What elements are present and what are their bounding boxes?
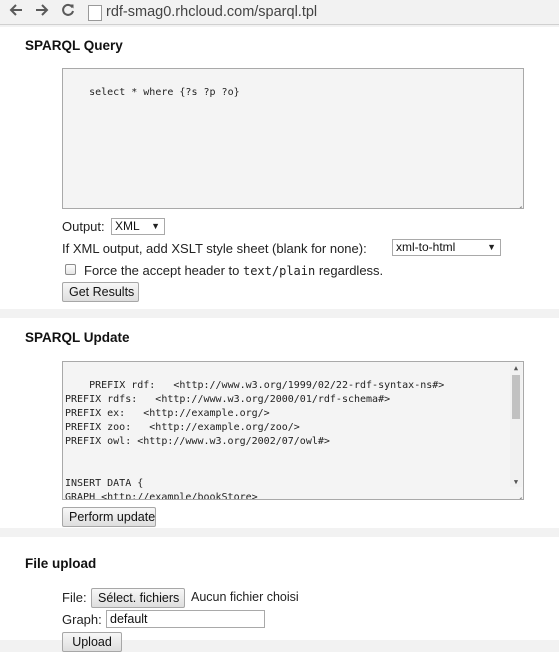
update-text: PREFIX rdf: <http://www.w3.org/1999/02/2…	[65, 380, 445, 500]
upload-button[interactable]: Upload	[62, 632, 122, 652]
xslt-label: If XML output, add XSLT style sheet (bla…	[62, 241, 367, 256]
graph-input[interactable]: default	[106, 610, 265, 628]
dropdown-arrow-icon: ▼	[487, 242, 496, 252]
file-upload-title: File upload	[25, 556, 97, 571]
scroll-up-icon[interactable]: ▲	[510, 363, 522, 373]
page-icon	[88, 5, 102, 21]
sparql-query-title: SPARQL Query	[25, 38, 123, 53]
scroll-thumb[interactable]	[512, 375, 520, 419]
forward-arrow-icon[interactable]	[32, 2, 52, 22]
choose-file-button[interactable]: Sélect. fichiers	[91, 588, 185, 608]
xslt-select-value: xml-to-html	[396, 240, 456, 254]
address-bar[interactable]: rdf-smag0.rhcloud.com/sparql.tpl	[106, 2, 317, 22]
perform-update-button[interactable]: Perform update	[62, 507, 156, 527]
force-accept-label: Force the accept header to text/plain re…	[84, 263, 384, 278]
sparql-query-panel: SPARQL Query select * where {?s ?p ?o} O…	[0, 27, 559, 309]
browser-toolbar: rdf-smag0.rhcloud.com/sparql.tpl	[0, 0, 559, 25]
output-select[interactable]: XML ▼	[111, 218, 165, 235]
scroll-down-icon[interactable]: ▼	[510, 477, 522, 487]
sparql-update-panel: SPARQL Update PREFIX rdf: <http://www.w3…	[0, 318, 559, 528]
file-status: Aucun fichier choisi	[191, 590, 299, 604]
sparql-update-title: SPARQL Update	[25, 330, 130, 345]
resize-grip-icon[interactable]	[514, 490, 522, 498]
graph-label: Graph:	[62, 612, 102, 627]
force-accept-checkbox[interactable]	[65, 264, 76, 275]
xslt-select[interactable]: xml-to-html ▼	[392, 239, 501, 256]
file-upload-panel: File upload File: Sélect. fichiers Aucun…	[0, 537, 559, 652]
update-scrollbar[interactable]: ▲ ▼	[510, 363, 522, 487]
resize-grip-icon[interactable]	[514, 199, 522, 207]
back-arrow-icon[interactable]	[6, 2, 26, 22]
query-textarea[interactable]: select * where {?s ?p ?o}	[62, 68, 524, 209]
query-text: select * where {?s ?p ?o}	[89, 87, 240, 98]
output-select-value: XML	[115, 219, 140, 233]
output-label: Output:	[62, 219, 105, 234]
update-textarea[interactable]: PREFIX rdf: <http://www.w3.org/1999/02/2…	[62, 361, 524, 500]
file-label: File:	[62, 590, 87, 605]
dropdown-arrow-icon: ▼	[151, 221, 160, 231]
get-results-button[interactable]: Get Results	[62, 282, 139, 302]
reload-icon[interactable]	[58, 2, 78, 22]
